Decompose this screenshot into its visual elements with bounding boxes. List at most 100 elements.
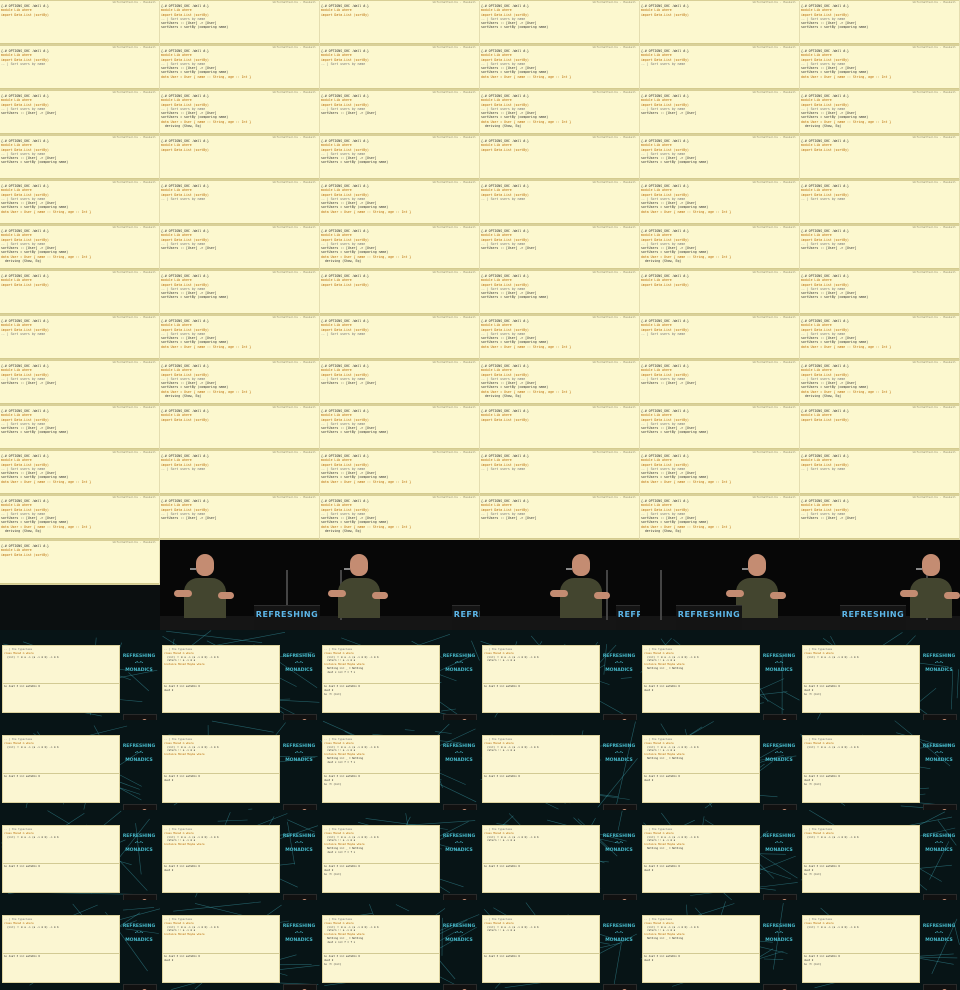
pane-divider[interactable] [0, 493, 159, 494]
pane-divider[interactable] [800, 268, 959, 269]
code-pane[interactable]: {-# OPTIONS_GHC -Wall #-} module Lib wher… [321, 364, 477, 402]
pane-divider[interactable] [320, 268, 479, 269]
code-pane[interactable]: {-# OPTIONS_GHC -Wall #-} module Lib wher… [641, 274, 797, 312]
code-pane[interactable]: {-# OPTIONS_GHC -Wall #-} module Lib wher… [161, 364, 317, 402]
code-pane[interactable]: {-# OPTIONS_GHC -Wall #-} module Lib wher… [641, 184, 797, 222]
pane-divider[interactable] [160, 538, 319, 539]
pane-divider[interactable] [0, 88, 159, 89]
code-pane[interactable]: {-# OPTIONS_GHC -Wall #-} module Lib wher… [801, 229, 957, 267]
code-pane[interactable]: {-# OPTIONS_GHC -Wall #-} module Lib wher… [1, 499, 157, 537]
pane-divider[interactable] [160, 448, 319, 449]
pane-divider[interactable] [800, 403, 959, 404]
code-pane[interactable]: {-# OPTIONS_GHC -Wall #-} module Lib wher… [481, 499, 637, 537]
pane-divider[interactable] [480, 403, 639, 404]
pane-divider[interactable] [800, 43, 959, 44]
pane-divider[interactable] [320, 403, 479, 404]
pane-divider[interactable] [480, 268, 639, 269]
pane-divider[interactable] [800, 448, 959, 449]
code-pane[interactable]: {-# OPTIONS_GHC -Wall #-} module Lib wher… [801, 319, 957, 357]
code-pane[interactable]: {-# OPTIONS_GHC -Wall #-} module Lib wher… [321, 319, 477, 357]
pane-divider[interactable] [320, 538, 479, 539]
code-pane[interactable]: {-# OPTIONS_GHC -Wall #-} module Lib wher… [641, 94, 797, 132]
code-pane[interactable]: {-# OPTIONS_GHC -Wall #-} module Lib wher… [801, 409, 957, 447]
code-pane[interactable]: {-# OPTIONS_GHC -Wall #-} module Lib wher… [641, 364, 797, 402]
pane-divider[interactable] [640, 538, 799, 539]
code-pane[interactable]: {-# OPTIONS_GHC -Wall #-} module Lib wher… [801, 49, 957, 87]
code-pane[interactable]: {-# OPTIONS_GHC -Wall #-} module Lib wher… [1, 184, 157, 222]
pane-divider[interactable] [0, 403, 159, 404]
code-pane[interactable]: {-# OPTIONS_GHC -Wall #-} module Lib wher… [1, 364, 157, 402]
pane-divider[interactable] [480, 448, 639, 449]
pane-divider[interactable] [320, 358, 479, 359]
pane-divider[interactable] [480, 358, 639, 359]
pane-divider[interactable] [800, 493, 959, 494]
code-pane[interactable]: {-# OPTIONS_GHC -Wall #-} module Lib wher… [481, 319, 637, 357]
code-pane[interactable]: {-# OPTIONS_GHC -Wall #-} module Lib wher… [161, 409, 317, 447]
pane-divider[interactable] [640, 133, 799, 134]
code-pane[interactable]: {-# OPTIONS_GHC -Wall #-} module Lib wher… [1, 229, 157, 267]
pane-divider[interactable] [320, 133, 479, 134]
code-pane[interactable]: {-# OPTIONS_GHC -Wall #-} module Lib wher… [1, 4, 157, 42]
code-pane[interactable]: {-# OPTIONS_GHC -Wall #-} module Lib wher… [801, 364, 957, 402]
pane-divider[interactable] [480, 313, 639, 314]
pane-divider[interactable] [320, 43, 479, 44]
code-pane[interactable]: {-# OPTIONS_GHC -Wall #-} module Lib wher… [481, 184, 637, 222]
pane-divider[interactable] [0, 268, 159, 269]
code-pane[interactable]: {-# OPTIONS_GHC -Wall #-} module Lib wher… [801, 4, 957, 42]
code-pane[interactable]: {-# OPTIONS_GHC -Wall #-} module Lib wher… [641, 499, 797, 537]
pane-divider[interactable] [0, 178, 159, 179]
pane-divider[interactable] [480, 178, 639, 179]
code-pane[interactable]: {-# OPTIONS_GHC -Wall #-} module Lib wher… [481, 364, 637, 402]
code-pane[interactable]: {-# OPTIONS_GHC -Wall #-} module Lib wher… [1, 319, 157, 357]
code-pane[interactable]: {-# OPTIONS_GHC -Wall #-} module Lib wher… [801, 499, 957, 537]
pane-divider[interactable] [480, 43, 639, 44]
code-pane[interactable]: {-# OPTIONS_GHC -Wall #-} module Lib wher… [641, 229, 797, 267]
code-pane[interactable]: {-# OPTIONS_GHC -Wall #-} module Lib wher… [641, 139, 797, 177]
code-pane[interactable]: {-# OPTIONS_GHC -Wall #-} module Lib wher… [161, 274, 317, 312]
code-pane[interactable]: {-# OPTIONS_GHC -Wall #-} module Lib wher… [161, 499, 317, 537]
code-pane[interactable]: {-# OPTIONS_GHC -Wall #-} module Lib wher… [481, 454, 637, 492]
pane-divider[interactable] [160, 133, 319, 134]
pane-divider[interactable] [480, 538, 639, 539]
pane-divider[interactable] [480, 133, 639, 134]
pane-divider[interactable] [160, 268, 319, 269]
code-pane[interactable]: {-# OPTIONS_GHC -Wall #-} module Lib wher… [641, 319, 797, 357]
code-pane[interactable]: {-# OPTIONS_GHC -Wall #-} module Lib wher… [481, 274, 637, 312]
code-pane[interactable]: {-# OPTIONS_GHC -Wall #-} module Lib wher… [321, 94, 477, 132]
code-pane[interactable]: {-# OPTIONS_GHC -Wall #-} module Lib wher… [481, 49, 637, 87]
pane-divider[interactable] [480, 223, 639, 224]
code-pane[interactable]: {-# OPTIONS_GHC -Wall #-} module Lib wher… [481, 409, 637, 447]
pane-divider[interactable] [160, 178, 319, 179]
pane-divider[interactable] [800, 538, 959, 539]
code-pane[interactable]: {-# OPTIONS_GHC -Wall #-} module Lib wher… [1, 94, 157, 132]
pane-divider[interactable] [800, 133, 959, 134]
pane-divider[interactable] [640, 43, 799, 44]
pane-divider[interactable] [640, 313, 799, 314]
pane-divider[interactable] [640, 178, 799, 179]
pane-divider[interactable] [320, 223, 479, 224]
pane-divider[interactable] [640, 268, 799, 269]
pane-divider[interactable] [0, 313, 159, 314]
code-pane[interactable]: {-# OPTIONS_GHC -Wall #-} module Lib wher… [321, 139, 477, 177]
code-pane[interactable]: {-# OPTIONS_GHC -Wall #-} module Lib wher… [801, 274, 957, 312]
pane-divider[interactable] [640, 223, 799, 224]
pane-divider[interactable] [160, 88, 319, 89]
pane-divider[interactable] [160, 43, 319, 44]
code-pane[interactable]: {-# OPTIONS_GHC -Wall #-} module Lib wher… [1, 409, 157, 447]
code-pane[interactable]: {-# OPTIONS_GHC -Wall #-} module Lib wher… [321, 274, 477, 312]
pane-divider[interactable] [640, 358, 799, 359]
pane-divider[interactable] [480, 493, 639, 494]
pane-divider[interactable] [0, 43, 159, 44]
pane-divider[interactable] [160, 403, 319, 404]
code-pane[interactable]: {-# OPTIONS_GHC -Wall #-} module Lib wher… [1, 544, 157, 582]
pane-divider[interactable] [0, 583, 159, 584]
code-pane[interactable]: {-# OPTIONS_GHC -Wall #-} module Lib wher… [641, 454, 797, 492]
code-pane[interactable]: {-# OPTIONS_GHC -Wall #-} module Lib wher… [801, 454, 957, 492]
code-pane[interactable]: {-# OPTIONS_GHC -Wall #-} module Lib wher… [161, 184, 317, 222]
code-pane[interactable]: {-# OPTIONS_GHC -Wall #-} module Lib wher… [161, 454, 317, 492]
code-pane[interactable]: {-# OPTIONS_GHC -Wall #-} module Lib wher… [481, 229, 637, 267]
code-pane[interactable]: {-# OPTIONS_GHC -Wall #-} module Lib wher… [321, 49, 477, 87]
code-pane[interactable]: {-# OPTIONS_GHC -Wall #-} module Lib wher… [641, 409, 797, 447]
code-pane[interactable]: {-# OPTIONS_GHC -Wall #-} module Lib wher… [1, 274, 157, 312]
code-pane[interactable]: {-# OPTIONS_GHC -Wall #-} module Lib wher… [1, 454, 157, 492]
